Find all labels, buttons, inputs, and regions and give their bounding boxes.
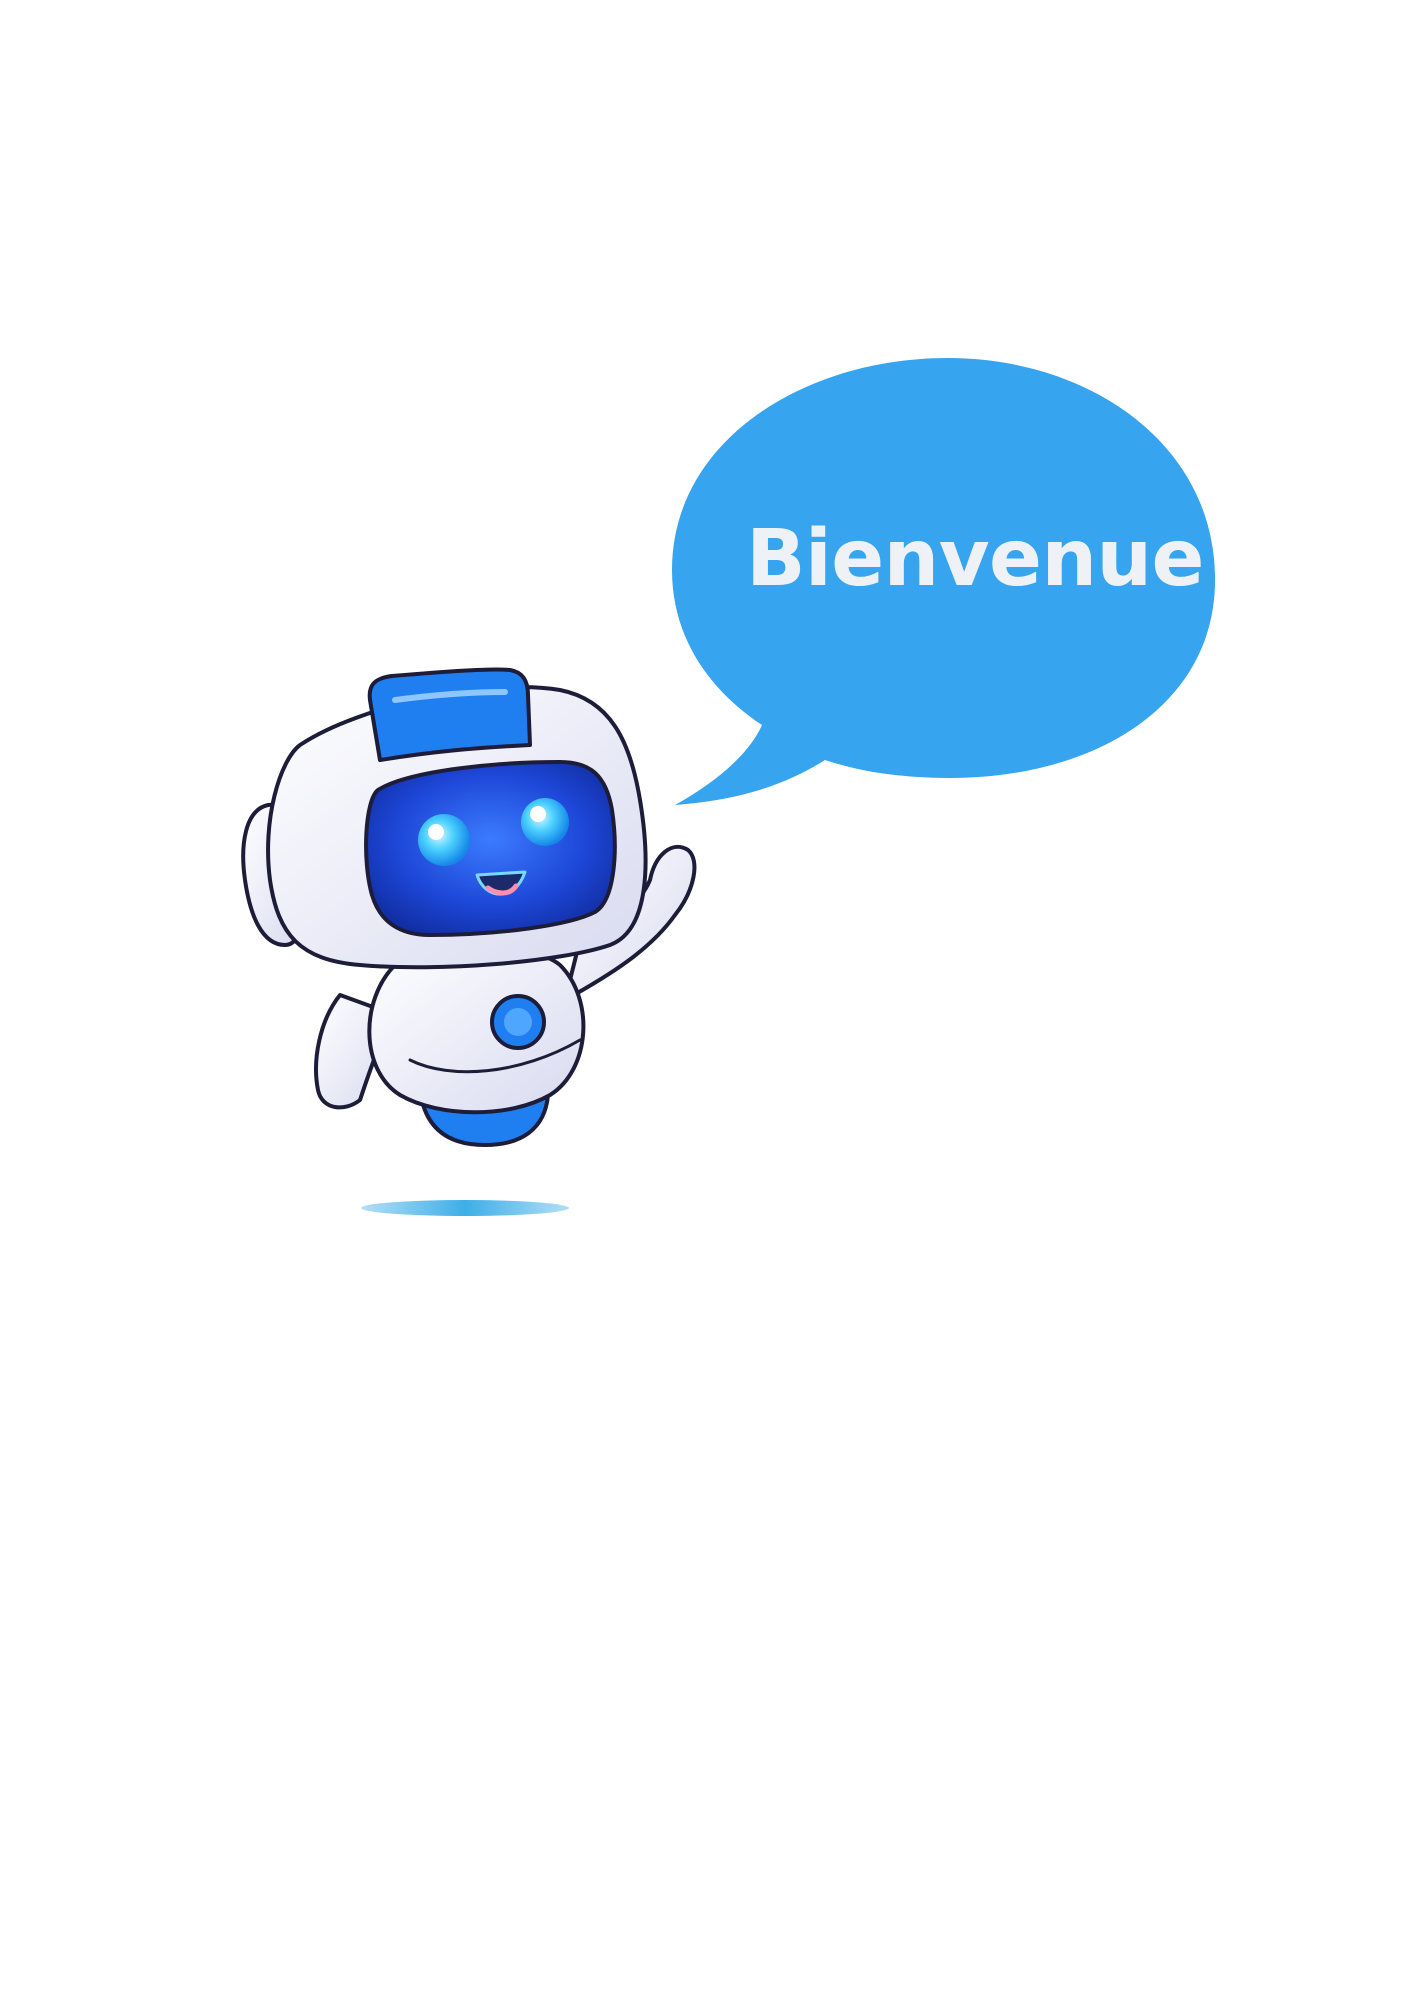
robot-eye-left-highlight <box>428 824 444 840</box>
robot-eye-left <box>418 814 470 866</box>
speech-bubble-text: Bienvenue <box>746 514 1204 604</box>
robot-eye-right-highlight <box>530 806 546 822</box>
robot-face-screen <box>364 760 617 937</box>
floor-shadow <box>361 1200 569 1216</box>
welcome-scene: Bienvenue <box>0 0 1414 2000</box>
scene-svg <box>241 358 1216 1216</box>
robot-body <box>367 944 586 1115</box>
robot-eye-right <box>521 798 569 846</box>
robot-mascot-icon <box>241 667 697 1147</box>
robot-top-panel <box>367 667 532 762</box>
robot-chest-button-glow <box>504 1008 532 1036</box>
